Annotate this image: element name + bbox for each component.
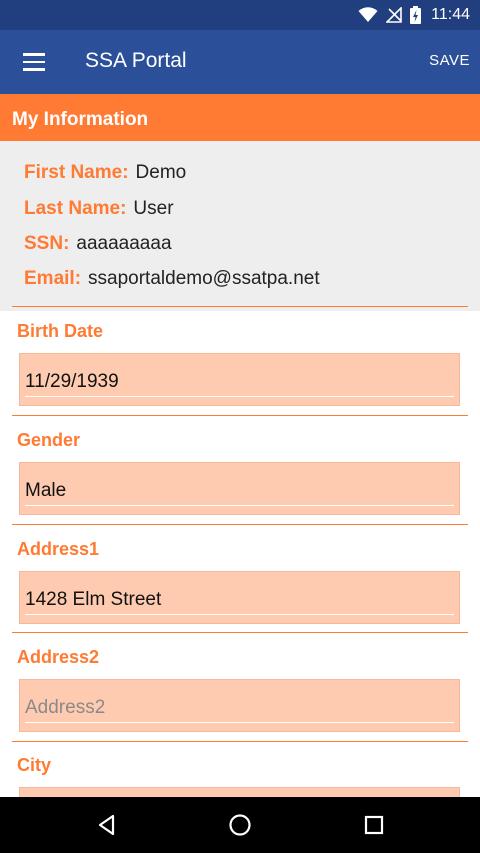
- email-label: Email:: [24, 268, 82, 289]
- field-underline: [25, 722, 454, 723]
- address2-placeholder: Address2: [25, 697, 106, 718]
- first-name-row: First Name: Demo: [24, 162, 186, 184]
- last-name-label: Last Name:: [24, 198, 127, 219]
- first-name-label: First Name:: [24, 162, 129, 183]
- divider: [12, 632, 468, 633]
- section-header: My Information: [0, 94, 480, 141]
- email-row: Email: ssaportaldemo@ssatpa.net: [24, 268, 320, 290]
- first-name-value: Demo: [135, 162, 187, 183]
- birth-date-value: 11/29/1939: [25, 371, 119, 392]
- menu-icon[interactable]: [12, 40, 56, 84]
- save-button[interactable]: SAVE: [429, 48, 470, 73]
- divider: [12, 741, 468, 742]
- status-bar: 11:44: [0, 0, 480, 30]
- last-name-value: User: [133, 198, 174, 219]
- ssn-label: SSN:: [24, 233, 70, 254]
- city-label: City: [17, 755, 52, 775]
- navigation-bar: [0, 797, 480, 853]
- divider: [12, 524, 468, 525]
- app-bar: SSA Portal SAVE: [0, 30, 480, 94]
- field-underline: [25, 396, 454, 397]
- field-underline: [25, 505, 454, 506]
- divider: [12, 306, 468, 307]
- clock: 11:44: [431, 6, 470, 23]
- address1-label: Address1: [17, 539, 100, 559]
- divider: [12, 415, 468, 416]
- battery-charging-icon: [410, 6, 422, 24]
- address1-field[interactable]: 1428 Elm Street: [19, 571, 460, 624]
- address1-value: 1428 Elm Street: [25, 589, 162, 610]
- ssn-value: aaaaaaaaa: [76, 233, 172, 254]
- address2-field[interactable]: Address2: [19, 679, 460, 732]
- home-icon[interactable]: [226, 811, 254, 839]
- gender-field[interactable]: Male: [19, 462, 460, 515]
- ssn-row: SSN: aaaaaaaaa: [24, 233, 172, 255]
- back-icon[interactable]: [93, 811, 121, 839]
- last-name-row: Last Name: User: [24, 198, 174, 220]
- gender-label: Gender: [17, 430, 81, 450]
- birth-date-field[interactable]: 11/29/1939: [19, 353, 460, 406]
- wifi-icon: [358, 7, 378, 22]
- gender-value: Male: [25, 480, 67, 501]
- no-signal-icon: [386, 7, 402, 23]
- field-underline: [25, 614, 454, 615]
- email-value: ssaportaldemo@ssatpa.net: [88, 268, 320, 289]
- birth-date-label: Birth Date: [17, 321, 104, 341]
- address2-label: Address2: [17, 647, 100, 667]
- app-title: SSA Portal: [85, 49, 187, 72]
- info-block: First Name: Demo Last Name: User SSN: aaaaa…: [0, 141, 480, 311]
- recents-icon[interactable]: [360, 811, 388, 839]
- status-icons: 11:44: [358, 4, 470, 26]
- section-title: My Information: [12, 109, 149, 130]
